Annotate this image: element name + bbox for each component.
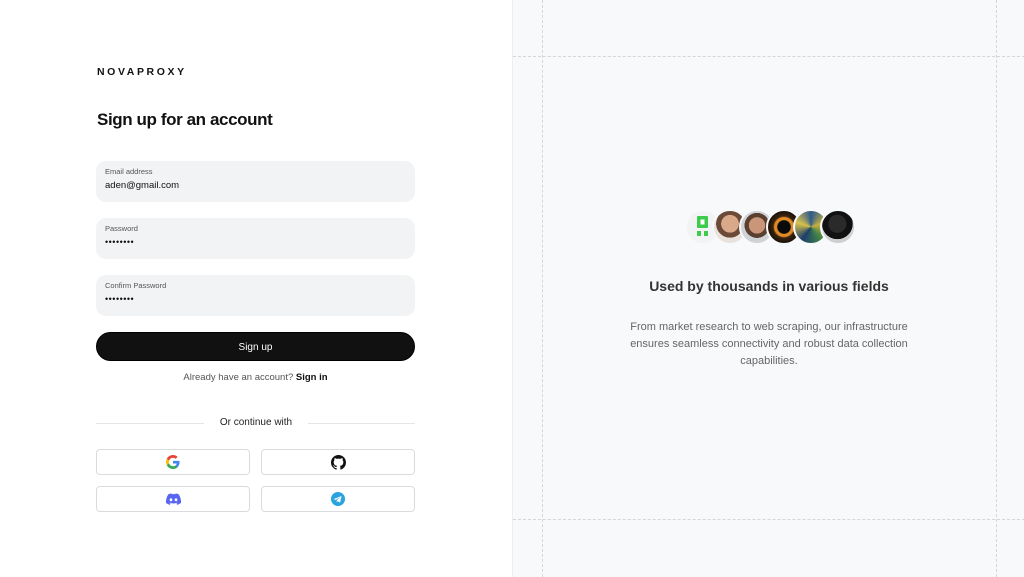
google-icon [166,455,180,469]
email-value[interactable]: aden@gmail.com [105,178,406,193]
avatar [820,209,856,245]
password-field[interactable]: Password •••••••• [96,218,415,259]
discord-signin-button[interactable] [96,486,250,512]
telegram-signin-button[interactable] [261,486,415,512]
showcase-description: From market research to web scraping, ou… [630,321,908,367]
showcase-panel: Used by thousands in various fields From… [512,0,1024,577]
confirm-password-field[interactable]: Confirm Password •••••••• [96,275,415,316]
telegram-icon [331,492,345,506]
or-continue-label: Or continue with [219,417,293,428]
discord-icon [165,493,181,505]
grid-line [513,519,1024,520]
grid-line [513,56,1024,57]
signup-panel: NOVAPROXY Sign up for an account Email a… [0,0,512,577]
brand-logo: NOVAPROXY [97,66,187,78]
confirm-password-value[interactable]: •••••••• [105,292,406,307]
github-signin-button[interactable] [261,449,415,475]
showcase-heading: Used by thousands in various fields [649,278,889,294]
have-account-text: Already have an account? [183,372,294,383]
page-title: Sign up for an account [97,110,273,129]
password-value[interactable]: •••••••• [105,235,406,250]
email-field[interactable]: Email address aden@gmail.com [96,161,415,202]
divider-left [96,423,204,424]
sign-in-link[interactable]: Sign in [296,372,328,383]
signin-prompt: Already have an account? Sign in [96,372,415,383]
divider-right [308,423,415,424]
confirm-password-label: Confirm Password [105,281,167,290]
github-icon [330,454,346,470]
password-label: Password [105,224,138,233]
user-avatars [685,209,856,245]
email-label: Email address [105,167,153,176]
sign-up-button[interactable]: Sign up [96,332,415,361]
google-signin-button[interactable] [96,449,250,475]
